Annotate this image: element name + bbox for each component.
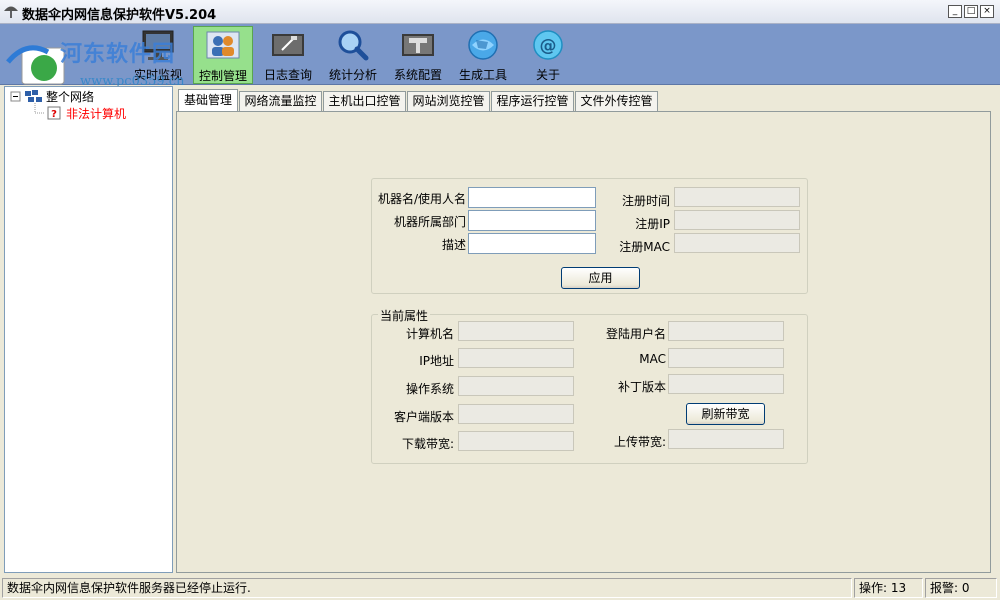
maximize-icon: □ xyxy=(966,6,976,16)
users-icon xyxy=(206,31,240,59)
client-version-label: 客户端版本 xyxy=(393,410,454,424)
refresh-bandwidth-button[interactable]: 刷新带宽 xyxy=(686,403,765,425)
status-alarms: 报警: 0 xyxy=(925,578,997,598)
mac-field xyxy=(668,348,784,368)
patch-version-field xyxy=(668,374,784,394)
computer-name-label: 计算机名 xyxy=(405,327,454,341)
toolbar-generate-tool[interactable]: 生成工具 xyxy=(453,26,513,84)
close-button[interactable]: × xyxy=(980,5,994,18)
globe-icon xyxy=(468,30,498,60)
close-icon: × xyxy=(983,6,991,16)
status-message: 数据伞内网信息保护软件服务器已经停止运行. xyxy=(2,578,852,598)
reg-ip-label: 注册IP xyxy=(635,217,670,231)
tools-icon xyxy=(402,34,434,56)
maximize-button[interactable]: □ xyxy=(964,5,978,18)
main-panel: 基础管理 网络流量监控 主机出口控管 网站浏览控管 程序运行控管 文件外传控管 … xyxy=(176,86,993,573)
toolbar-system-config[interactable]: 系统配置 xyxy=(388,26,448,84)
tab-website-browsing[interactable]: 网站浏览控管 xyxy=(407,91,490,111)
tree-child-illegal-computer[interactable]: 非法计算机 xyxy=(66,105,126,122)
upload-bandwidth-field xyxy=(668,429,784,449)
main-toolbar: 实时监视 控制管理 日志查询 统计分析 系统配置 生成工具 @ 关于 河东软件园… xyxy=(0,24,1000,89)
tab-network-traffic[interactable]: 网络流量监控 xyxy=(239,91,322,111)
toolbar-label: 关于 xyxy=(535,68,560,82)
computer-name-field xyxy=(458,321,574,341)
toolbar-label: 生成工具 xyxy=(458,68,507,82)
magnifier-icon xyxy=(338,30,369,61)
svg-text:?: ? xyxy=(51,109,57,120)
reg-mac-label: 注册MAC xyxy=(619,240,670,254)
login-user-label: 登陆用户名 xyxy=(605,327,666,341)
tab-page-basic: 机器名/使用人名 机器所属部门 描述 注册时间 注册IP 注册MAC 应用 当前… xyxy=(176,111,991,573)
reg-time-field xyxy=(674,187,800,207)
os-label: 操作系统 xyxy=(405,382,454,396)
current-properties-group: 当前属性 计算机名 登陆用户名 IP地址 MAC 操作系统 补丁版本 客户端版本… xyxy=(371,307,808,464)
minimize-button[interactable]: _ xyxy=(948,5,962,18)
toolbar-log-query[interactable]: 日志查询 xyxy=(258,26,318,84)
mac-label: MAC xyxy=(639,352,666,366)
reg-mac-field xyxy=(674,233,800,253)
apply-button[interactable]: 应用 xyxy=(561,267,640,289)
ip-address-field xyxy=(458,348,574,368)
toolbar-control-management[interactable]: 控制管理 xyxy=(193,26,253,84)
toolbar-about[interactable]: @ 关于 xyxy=(518,26,578,84)
toolbar-label: 系统配置 xyxy=(393,68,442,82)
watermark-site-name: 河东软件园 xyxy=(60,41,176,67)
tab-file-transfer[interactable]: 文件外传控管 xyxy=(575,91,658,111)
login-user-field xyxy=(668,321,784,341)
at-icon: @ xyxy=(533,30,563,60)
illegal-computer-icon: ? xyxy=(47,106,61,120)
toolbar-label: 控制管理 xyxy=(198,69,247,83)
registration-group: 机器名/使用人名 机器所属部门 描述 注册时间 注册IP 注册MAC 应用 xyxy=(371,178,808,294)
tab-program-control[interactable]: 程序运行控管 xyxy=(491,91,574,111)
department-input[interactable] xyxy=(468,210,596,231)
toolbar-label: 统计分析 xyxy=(328,68,377,82)
minimize-icon: _ xyxy=(952,6,958,16)
ip-address-label: IP地址 xyxy=(419,354,454,368)
description-label: 描述 xyxy=(441,238,466,252)
reg-ip-field xyxy=(674,210,800,230)
machine-user-label: 机器名/使用人名 xyxy=(377,192,466,206)
tree-expand-icon[interactable] xyxy=(24,89,44,106)
download-bandwidth-label: 下载带宽: xyxy=(401,437,454,451)
status-bar: 数据伞内网信息保护软件服务器已经停止运行. 操作: 13 报警: 0 xyxy=(0,576,1000,600)
os-field xyxy=(458,376,574,396)
client-version-field xyxy=(458,404,574,424)
tab-basic-management[interactable]: 基础管理 xyxy=(178,89,238,112)
status-operations: 操作: 13 xyxy=(854,578,923,598)
log-icon xyxy=(272,34,304,56)
department-label: 机器所属部门 xyxy=(393,215,466,229)
properties-group-title: 当前属性 xyxy=(378,307,431,324)
network-tree[interactable]: 整个网络 ? 非法计算机 xyxy=(4,86,173,573)
app-icon xyxy=(4,6,18,18)
window-title: 数据伞内网信息保护软件V5.204 xyxy=(22,8,217,23)
download-bandwidth-field xyxy=(458,431,574,451)
toolbar-label: 日志查询 xyxy=(263,68,312,82)
upload-bandwidth-label: 上传带宽: xyxy=(613,435,666,449)
tree-child-icon: ? xyxy=(47,106,61,123)
reg-time-label: 注册时间 xyxy=(621,194,670,208)
tab-host-egress[interactable]: 主机出口控管 xyxy=(323,91,406,111)
svg-text:@: @ xyxy=(540,36,557,56)
tree-root-network[interactable]: 整个网络 xyxy=(46,88,94,105)
description-input[interactable] xyxy=(468,233,596,254)
title-bar[interactable]: 数据伞内网信息保护软件V5.204 _ □ × xyxy=(0,0,1000,24)
machine-user-input[interactable] xyxy=(468,187,596,208)
network-icon xyxy=(25,90,42,102)
patch-version-label: 补丁版本 xyxy=(617,380,666,394)
toolbar-statistics[interactable]: 统计分析 xyxy=(323,26,383,84)
